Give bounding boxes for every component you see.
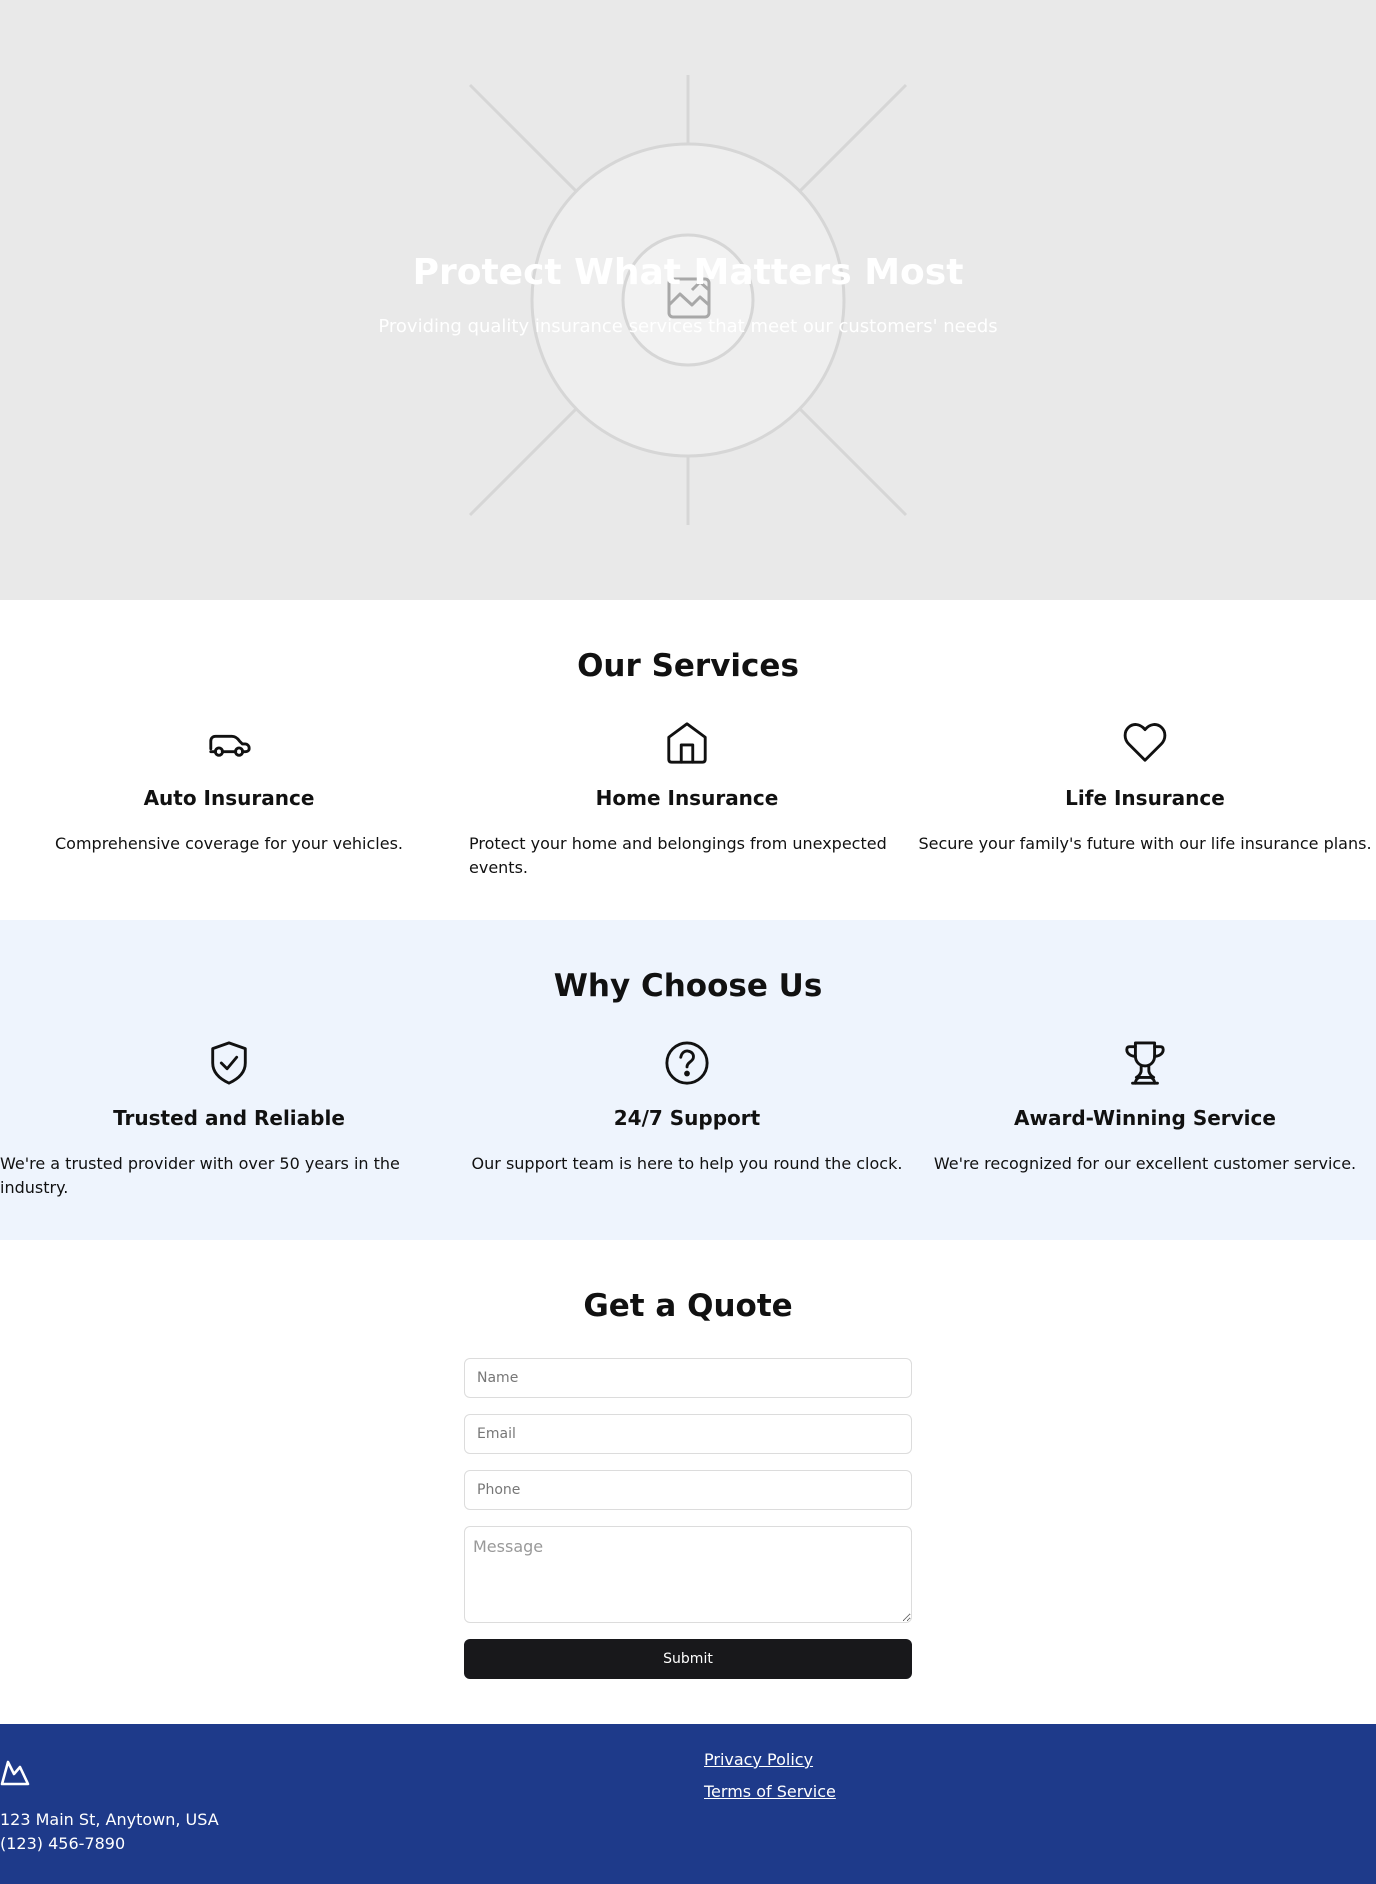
quote-form: Submit xyxy=(464,1358,912,1679)
email-input[interactable] xyxy=(464,1414,912,1454)
service-card-home: Home Insurance Protect your home and bel… xyxy=(458,720,916,880)
footer-phone: (123) 456-7890 xyxy=(0,1834,126,1853)
service-title: Home Insurance xyxy=(595,786,779,810)
why-card-title: 24/7 Support xyxy=(613,1106,761,1130)
service-title: Auto Insurance xyxy=(143,786,315,810)
why-card-title: Trusted and Reliable xyxy=(113,1106,345,1130)
terms-of-service-link[interactable]: Terms of Service xyxy=(704,1780,836,1804)
quote-title: Get a Quote xyxy=(583,1288,793,1324)
why-card-trusted: Trusted and Reliable We're a trusted pro… xyxy=(0,1040,458,1200)
mountain-logo-icon xyxy=(0,1760,30,1786)
why-card-text: We're a trusted provider with over 50 ye… xyxy=(0,1154,400,1197)
help-circle-icon xyxy=(665,1041,709,1085)
service-card-life: Life Insurance Secure your family's futu… xyxy=(916,720,1374,880)
submit-button[interactable]: Submit xyxy=(464,1639,912,1679)
footer-address: 123 Main St, Anytown, USA xyxy=(0,1810,219,1829)
why-title: Why Choose Us xyxy=(553,968,823,1004)
service-text: Protect your home and belongings from un… xyxy=(469,834,887,877)
quote-section: Get a Quote Submit xyxy=(0,1240,1376,1724)
why-card-text: Our support team is here to help you rou… xyxy=(471,1154,903,1173)
service-title: Life Insurance xyxy=(1065,786,1225,810)
service-text: Comprehensive coverage for your vehicles… xyxy=(55,834,403,853)
name-input[interactable] xyxy=(464,1358,912,1398)
why-card-support: 24/7 Support Our support team is here to… xyxy=(458,1040,916,1200)
hero-section: Protect What Matters Most Providing qual… xyxy=(0,0,1376,600)
footer: 123 Main St, Anytown, USA (123) 456-7890… xyxy=(0,1724,1376,1884)
services-section: Our Services Auto Insurance Comprehensiv… xyxy=(0,600,1376,920)
why-card-award: Award-Winning Service We're recognized f… xyxy=(916,1040,1374,1200)
service-text: Secure your family's future with our lif… xyxy=(918,834,1372,853)
why-card-title: Award-Winning Service xyxy=(1014,1106,1276,1130)
home-icon xyxy=(667,722,707,764)
service-card-auto: Auto Insurance Comprehensive coverage fo… xyxy=(0,720,458,880)
trophy-icon xyxy=(1125,1041,1165,1085)
message-textarea[interactable] xyxy=(464,1526,912,1623)
why-card-text: We're recognized for our excellent custo… xyxy=(933,1154,1357,1173)
hero-title: Protect What Matters Most xyxy=(412,252,964,293)
shield-check-icon xyxy=(211,1041,247,1085)
hero-image-placeholder xyxy=(468,75,908,525)
services-title: Our Services xyxy=(577,648,799,684)
why-section: Why Choose Us Trusted and Reliable We're… xyxy=(0,920,1376,1240)
privacy-policy-link[interactable]: Privacy Policy xyxy=(704,1748,836,1772)
footer-links: Privacy Policy Terms of Service xyxy=(704,1748,836,1812)
heart-icon xyxy=(1123,723,1167,762)
car-icon xyxy=(209,734,251,757)
phone-input[interactable] xyxy=(464,1470,912,1510)
hero-subtitle: Providing quality insurance services tha… xyxy=(378,316,998,337)
footer-contact: 123 Main St, Anytown, USA (123) 456-7890 xyxy=(0,1808,219,1856)
